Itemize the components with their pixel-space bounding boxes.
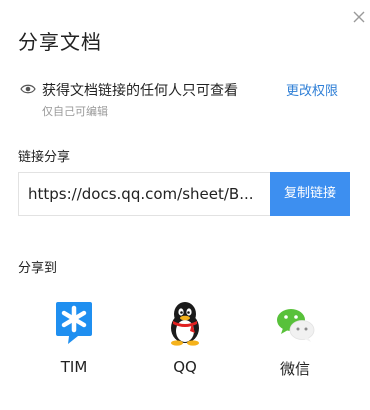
share-link-field[interactable]: https://docs.qq.com/sheet/B... [18, 172, 270, 216]
change-permission-link[interactable]: 更改权限 [286, 80, 338, 99]
share-to-label: 分享到 [18, 261, 58, 276]
permission-row: 获得文档链接的任何人只可查看 更改权限 [20, 80, 350, 100]
share-dialog: 分享文档 获得文档链接的任何人只可查看 更改权限 仅自己可编辑 链接分享 htt… [0, 0, 370, 410]
share-target-label: QQ [173, 358, 197, 376]
share-target-tim[interactable]: TIM [44, 300, 104, 376]
tim-icon [56, 302, 92, 344]
dialog-title: 分享文档 [18, 30, 102, 54]
eye-icon [20, 84, 36, 94]
share-link-url: https://docs.qq.com/sheet/B... [28, 185, 254, 203]
share-target-label: TIM [60, 358, 88, 376]
share-target-wechat[interactable]: 微信 [265, 300, 325, 379]
permission-subtext: 仅自己可编辑 [42, 105, 108, 118]
link-share-label: 链接分享 [18, 150, 71, 165]
close-icon[interactable] [350, 8, 368, 26]
copy-link-button[interactable]: 复制链接 [270, 172, 350, 216]
wechat-icon [277, 309, 315, 342]
share-target-label: 微信 [279, 360, 310, 378]
permission-text: 获得文档链接的任何人只可查看 [42, 83, 238, 99]
qq-penguin-icon [171, 302, 199, 346]
share-target-qq[interactable]: QQ [155, 300, 215, 376]
